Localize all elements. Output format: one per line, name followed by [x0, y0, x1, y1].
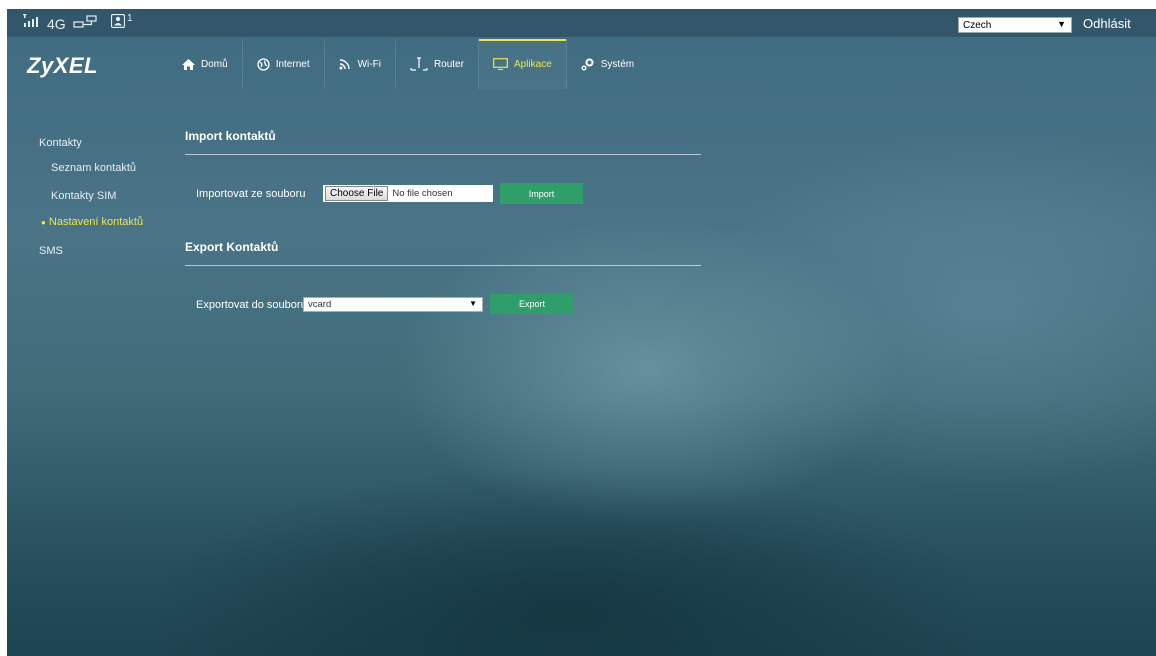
sidebar-item-sim-contacts[interactable]: Kontakty SIM	[51, 190, 116, 202]
signal-icon	[23, 14, 43, 31]
globe-icon	[257, 57, 270, 71]
lan-icon	[73, 15, 99, 32]
language-select-value: Czech	[963, 20, 992, 31]
import-section-title: Import kontaktů	[185, 129, 276, 143]
choose-file-button[interactable]: Choose File	[325, 186, 389, 201]
sidebar-item-contact-list[interactable]: Seznam kontaktů	[51, 162, 136, 174]
sidebar-item-contact-settings-label: Nastavení kontaktů	[48, 216, 144, 228]
export-section-title: Export Kontaktů	[185, 240, 279, 254]
nav-system-label: Systém	[600, 58, 635, 70]
language-select[interactable]: Czech ▼	[958, 17, 1072, 33]
nav-applications[interactable]: Aplikace	[478, 39, 567, 89]
nav-internet[interactable]: Internet	[243, 39, 325, 89]
nav-wifi[interactable]: Wi-Fi	[325, 39, 396, 89]
export-format-value: vcard	[308, 299, 332, 310]
import-button[interactable]: Import	[500, 183, 583, 204]
home-icon	[182, 58, 195, 70]
nav-home-label: Domů	[201, 58, 228, 70]
import-divider	[185, 154, 701, 155]
sidebar-item-contact-settings[interactable]: ● Nastavení kontaktů	[41, 216, 143, 228]
nav-router-label: Router	[433, 58, 464, 70]
chevron-down-icon: ▼	[1057, 19, 1066, 29]
export-divider	[185, 265, 701, 266]
sidebar-item-contacts[interactable]: Kontakty	[39, 137, 82, 149]
export-file-label: Exportovat do souboru	[196, 299, 307, 311]
router-admin-screen: 4G 1 Czech ▼ Odhlásit ZyXEL Domů Interne…	[7, 9, 1156, 656]
user-icon	[110, 13, 126, 31]
main-nav: Domů Internet Wi-Fi Router Aplikace Syst…	[168, 39, 648, 89]
gear-icon	[581, 57, 595, 71]
export-format-select[interactable]: vcard ▼	[303, 297, 483, 312]
sidebar-item-sms[interactable]: SMS	[39, 245, 63, 257]
nav-router[interactable]: Router	[396, 39, 479, 89]
bullet-icon: ●	[41, 218, 46, 227]
zyxel-logo: ZyXEL	[27, 53, 98, 78]
nav-applications-label: Aplikace	[513, 58, 552, 70]
router-icon	[410, 57, 428, 71]
connected-users-count: 1	[127, 13, 133, 24]
logout-link[interactable]: Odhlásit	[1083, 16, 1131, 31]
nav-home[interactable]: Domů	[168, 39, 243, 89]
export-button[interactable]: Export	[490, 294, 574, 314]
file-chosen-status: No file chosen	[392, 188, 453, 199]
import-file-input[interactable]: Choose File No file chosen	[323, 185, 493, 202]
nav-system[interactable]: Systém	[567, 39, 648, 89]
network-type: 4G	[47, 16, 66, 32]
wifi-icon	[339, 58, 352, 70]
chevron-down-icon: ▼	[469, 299, 477, 308]
nav-internet-label: Internet	[275, 58, 310, 70]
monitor-icon	[493, 58, 508, 70]
import-file-label: Importovat ze souboru	[196, 188, 306, 200]
status-bar: 4G 1 Czech ▼ Odhlásit	[7, 9, 1156, 37]
nav-wifi-label: Wi-Fi	[357, 58, 381, 70]
